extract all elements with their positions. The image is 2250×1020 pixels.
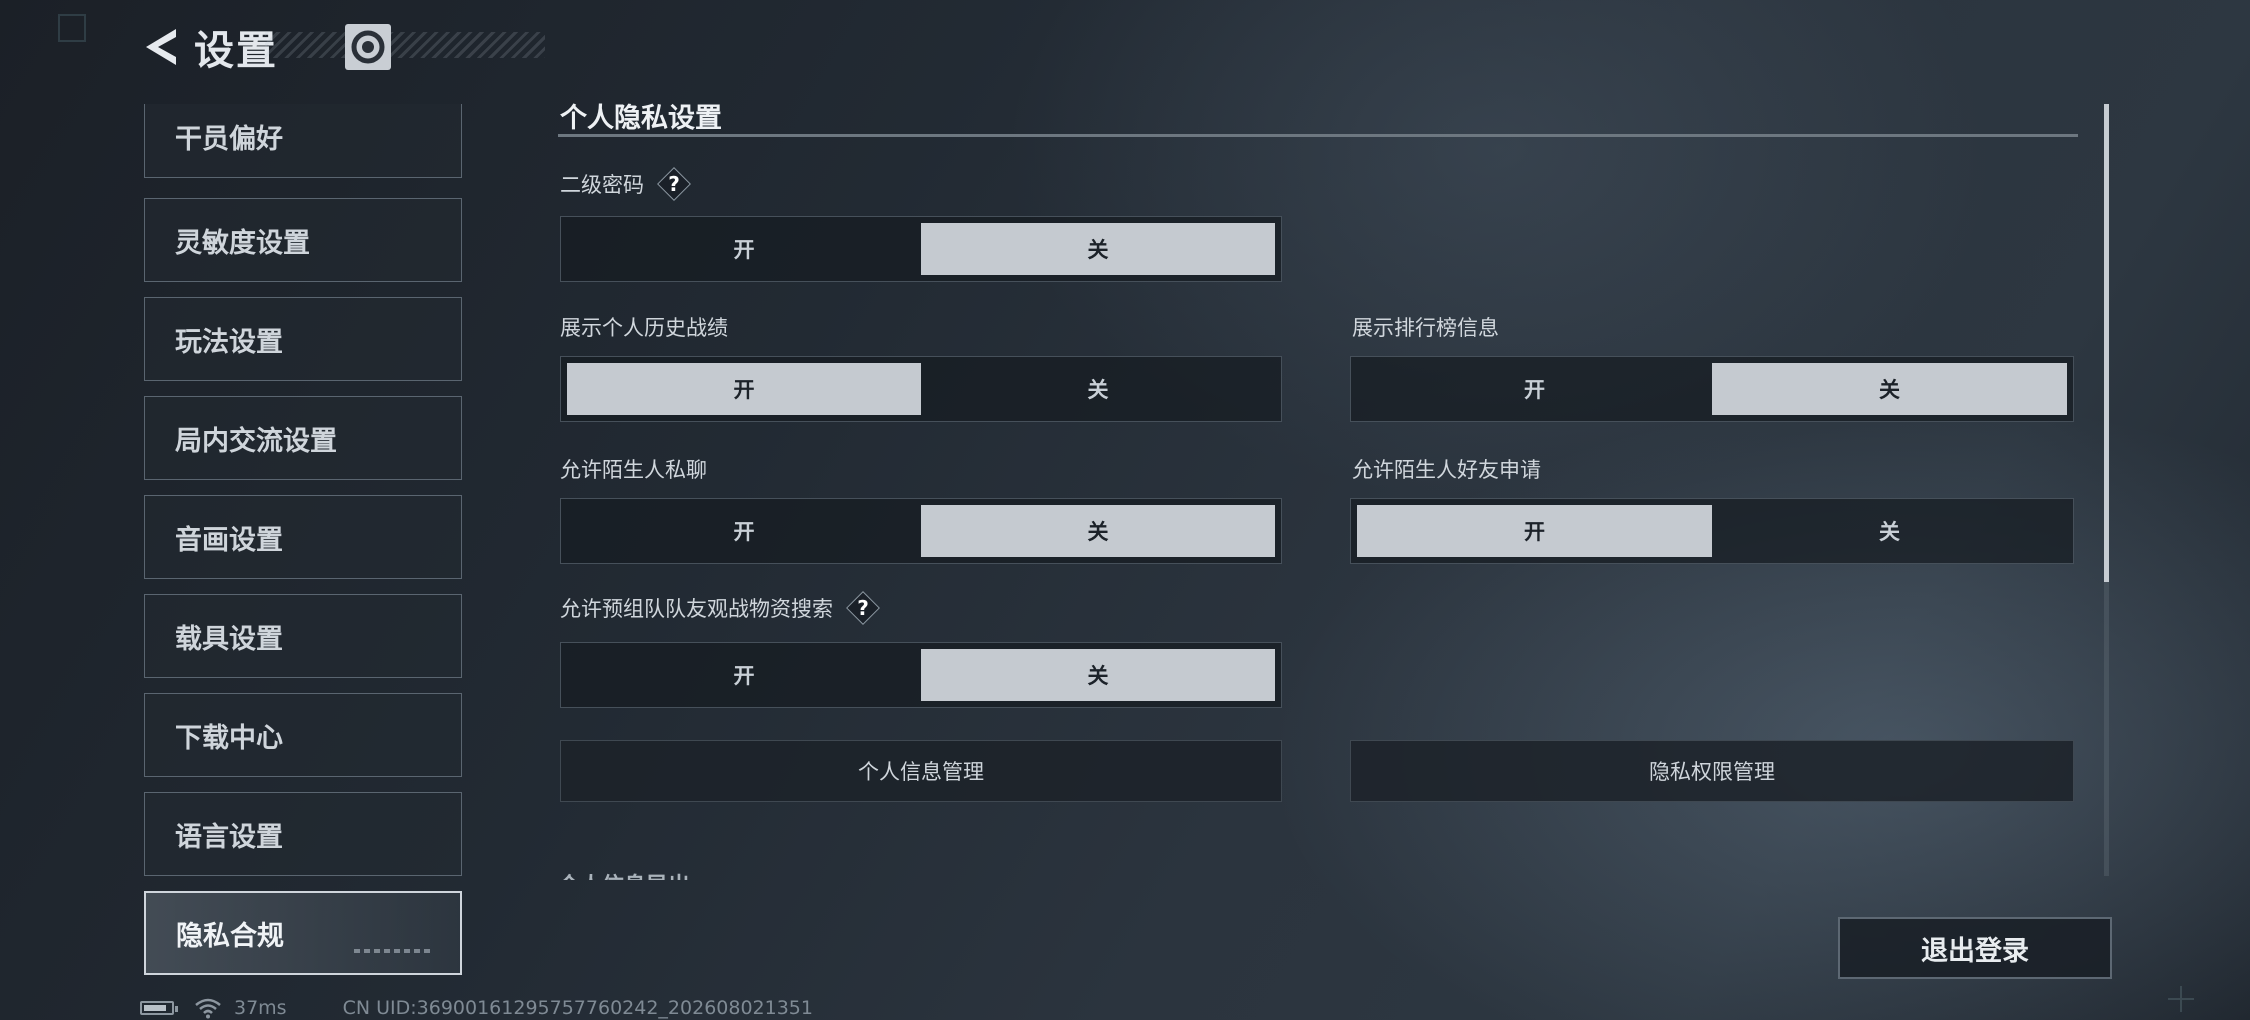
sidebar-item-gameplay[interactable]: 玩法设置: [144, 297, 462, 381]
section-title: 个人隐私设置: [560, 103, 722, 134]
logo-glyph-icon: [351, 30, 385, 64]
help-glyph: ?: [857, 596, 869, 620]
sidebar-item-label: 隐私合规: [176, 920, 284, 952]
battery-icon: [140, 1001, 178, 1015]
stranger-chat-label: 允许陌生人私聊: [560, 458, 707, 482]
help-icon[interactable]: ?: [846, 591, 880, 625]
corner-frame-icon: [58, 14, 86, 42]
show-history-label: 展示个人历史战绩: [560, 316, 728, 340]
personal-info-management-button[interactable]: 个人信息管理: [560, 740, 1282, 802]
sidebar-item-label: 载具设置: [175, 623, 283, 655]
logout-button[interactable]: 退出登录: [1838, 917, 2112, 979]
game-logo-icon[interactable]: [345, 24, 391, 70]
scroll-thumb[interactable]: [2104, 104, 2109, 582]
show-history-toggle: 开 关: [560, 356, 1282, 422]
label-text: 二级密码: [560, 173, 644, 197]
secondary-password-toggle: 开 关: [560, 216, 1282, 282]
toggle-on-option[interactable]: 开: [567, 363, 921, 415]
sidebar-item-label: 音画设置: [175, 524, 283, 556]
toggle-off-option[interactable]: 关: [921, 649, 1275, 701]
toggle-off-option[interactable]: 关: [1712, 505, 2067, 557]
sidebar-item-label: 局内交流设置: [175, 425, 337, 457]
sidebar-item-label: 语言设置: [175, 821, 283, 853]
show-leaderboard-toggle: 开 关: [1350, 356, 2074, 422]
settings-panel: 个人隐私设置 二级密码 ? 开 关 展示个人历史战绩 开 关 展示排行榜信息 开…: [558, 96, 2078, 880]
ping-text: 37ms: [234, 997, 287, 1019]
toggle-off-option[interactable]: 关: [921, 223, 1275, 275]
sidebar-item-privacy-compliance[interactable]: 隐私合规: [144, 891, 462, 975]
toggle-off-option[interactable]: 关: [921, 363, 1275, 415]
sidebar-item-label: 下载中心: [175, 722, 283, 754]
sidebar-item-label: 玩法设置: [175, 326, 283, 358]
stranger-friend-label: 允许陌生人好友申请: [1352, 458, 1541, 482]
scrollbar[interactable]: [2104, 104, 2109, 876]
next-section-heading: 个人信息导出: [558, 868, 690, 880]
sidebar: 干员偏好 灵敏度设置 玩法设置 局内交流设置 音画设置 载具设置 下载中心 语言…: [144, 104, 464, 980]
back-button[interactable]: [140, 25, 180, 69]
plus-corner-icon: [2168, 986, 2194, 1012]
sidebar-item-in-game-communication[interactable]: 局内交流设置: [144, 396, 462, 480]
toggle-on-option[interactable]: 开: [567, 649, 921, 701]
team-spectate-toggle: 开 关: [560, 642, 1282, 708]
toggle-on-option[interactable]: 开: [567, 505, 921, 557]
toggle-on-option[interactable]: 开: [567, 223, 921, 275]
header: 设置: [140, 22, 278, 74]
header-decoration: [265, 32, 545, 58]
team-spectate-label: 允许预组队队友观战物资搜索 ?: [560, 591, 880, 625]
toggle-off-option[interactable]: 关: [1712, 363, 2067, 415]
sidebar-item-download-center[interactable]: 下载中心: [144, 693, 462, 777]
sidebar-item-audio-video[interactable]: 音画设置: [144, 495, 462, 579]
stranger-chat-toggle: 开 关: [560, 498, 1282, 564]
toggle-on-option[interactable]: 开: [1357, 505, 1712, 557]
sidebar-item-label: 灵敏度设置: [175, 227, 310, 259]
toggle-on-option[interactable]: 开: [1357, 363, 1712, 415]
label-text: 允许预组队队友观战物资搜索: [560, 597, 833, 621]
show-leaderboard-label: 展示排行榜信息: [1352, 316, 1499, 340]
back-arrow-icon: [146, 29, 176, 65]
sidebar-item-operator-preference[interactable]: 干员偏好: [144, 104, 462, 178]
section-divider: [558, 134, 2078, 137]
wifi-icon: [195, 998, 221, 1019]
stranger-friend-toggle: 开 关: [1350, 498, 2074, 564]
toggle-off-option[interactable]: 关: [921, 505, 1275, 557]
sidebar-item-vehicle[interactable]: 载具设置: [144, 594, 462, 678]
privacy-permission-management-button[interactable]: 隐私权限管理: [1350, 740, 2074, 802]
status-bar: 37ms CN UID:36900161295757760242_2026080…: [140, 996, 813, 1020]
uid-text: CN UID:36900161295757760242_202608021351: [342, 997, 813, 1019]
sidebar-item-language[interactable]: 语言设置: [144, 792, 462, 876]
help-glyph: ?: [668, 172, 680, 196]
help-icon[interactable]: ?: [657, 167, 691, 201]
sidebar-item-sensitivity[interactable]: 灵敏度设置: [144, 198, 462, 282]
sidebar-item-label: 干员偏好: [175, 123, 283, 155]
secondary-password-label: 二级密码 ?: [560, 167, 691, 201]
